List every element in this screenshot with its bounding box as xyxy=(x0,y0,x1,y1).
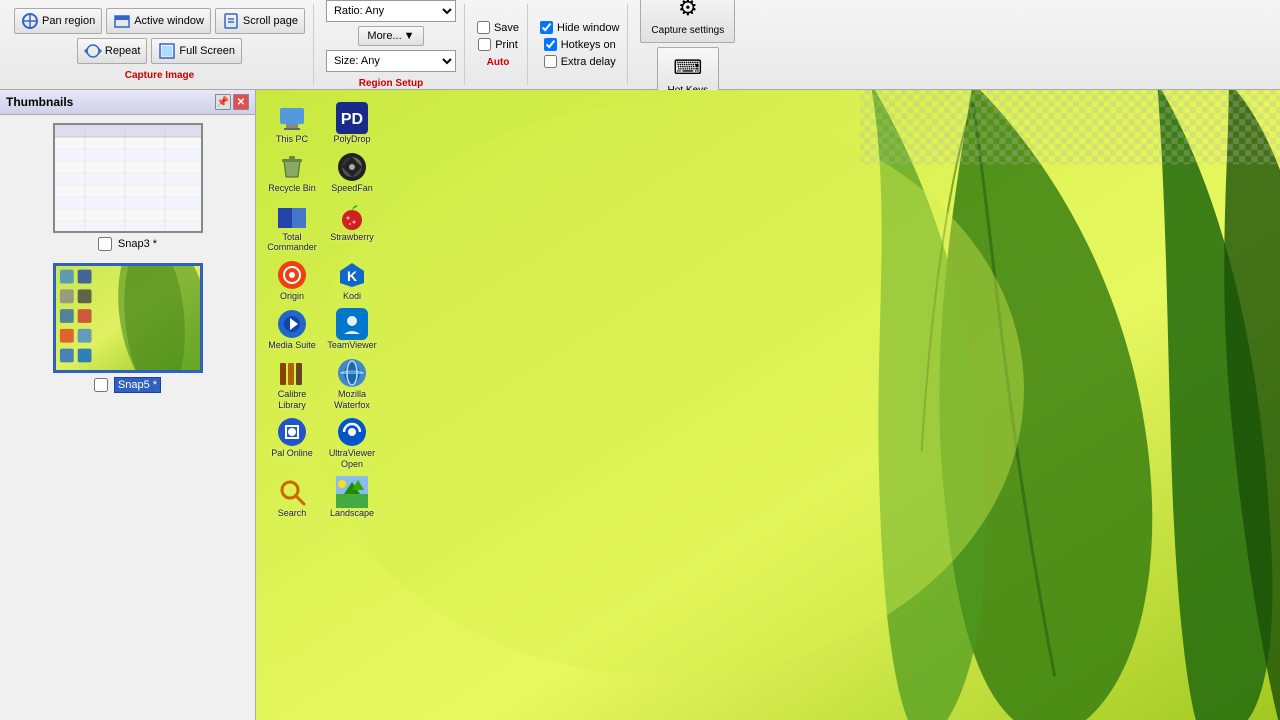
hide-window-checkbox-row[interactable]: Hide window xyxy=(540,21,619,34)
scroll-page-button[interactable]: Scroll page xyxy=(215,8,305,34)
pan-region-button[interactable]: Pan region xyxy=(14,8,102,34)
media-suite-icon[interactable]: Media Suite xyxy=(264,306,320,353)
icon-row-4: Origin K Kodi xyxy=(264,257,380,304)
media-suite-label: Media Suite xyxy=(268,340,316,351)
capture-settings-button[interactable]: ⚙ Capture settings xyxy=(640,0,735,43)
this-pc-icon[interactable]: This PC xyxy=(264,100,320,147)
pin-button[interactable]: 📌 xyxy=(215,94,231,110)
hide-window-checkbox[interactable] xyxy=(540,21,553,34)
thumbnails-header: Thumbnails 📌 ✕ xyxy=(0,90,255,115)
icon-row-5: Media Suite TeamViewer xyxy=(264,306,380,353)
active-window-button[interactable]: Active window xyxy=(106,8,211,34)
print-checkbox[interactable] xyxy=(478,38,491,51)
mozilla-waterfox-label: Mozilla Waterfox xyxy=(326,389,378,411)
speedfan-icon[interactable]: SpeedFan xyxy=(324,149,380,196)
kodi-icon[interactable]: K Kodi xyxy=(324,257,380,304)
snap5-label-row: Snap5 * xyxy=(94,377,161,393)
icon-row-2: Recycle Bin SpeedFan xyxy=(264,149,380,196)
ultraviewer-label: UltraViewer Open xyxy=(326,448,378,470)
ultraviewer-icon[interactable]: UltraViewer Open xyxy=(324,414,380,472)
capture-image-label: Capture Image xyxy=(125,70,194,81)
ratio-dropdown[interactable]: Ratio: Any xyxy=(326,0,456,22)
polydrop-icon[interactable]: PD PolyDrop xyxy=(324,100,380,147)
speedfan-label: SpeedFan xyxy=(331,183,373,194)
icon-row-7: Pal Online UltraViewer Open xyxy=(264,414,380,472)
toolbar: Pan region Active window Scroll page xyxy=(0,0,1280,90)
thumbnails-panel: Thumbnails 📌 ✕ xyxy=(0,90,256,720)
thumbnails-content: Snap3 * xyxy=(0,115,255,720)
main-area: Thumbnails 📌 ✕ xyxy=(0,90,1280,720)
landscape-label: Landscape xyxy=(330,508,374,519)
pan-region-icon xyxy=(21,12,39,30)
snap5-thumbnail[interactable] xyxy=(53,263,203,373)
desktop-icons-column: This PC PD PolyDrop Recycle Bin xyxy=(264,100,380,521)
origin-label: Origin xyxy=(280,291,304,302)
full-screen-button[interactable]: Full Screen xyxy=(151,38,242,64)
teamviewer-icon[interactable]: TeamViewer xyxy=(324,306,380,353)
kodi-label: Kodi xyxy=(343,291,361,302)
list-item: Snap3 * xyxy=(8,123,247,251)
desktop-background xyxy=(256,90,1280,720)
strawberry-label: Strawberry xyxy=(330,232,374,243)
size-dropdown[interactable]: Size: Any xyxy=(326,50,456,72)
desktop-area: This PC PD PolyDrop Recycle Bin xyxy=(256,90,1280,720)
snap3-checkbox[interactable] xyxy=(98,237,112,251)
polydrop-label: PolyDrop xyxy=(333,134,370,145)
landscape-icon[interactable]: Landscape xyxy=(324,474,380,521)
save-checkbox[interactable] xyxy=(477,21,490,34)
this-pc-label: This PC xyxy=(276,134,308,145)
pal-online-icon[interactable]: Pal Online xyxy=(264,414,320,472)
teamviewer-label: TeamViewer xyxy=(327,340,376,351)
hotkeys-on-checkbox[interactable] xyxy=(544,38,557,51)
snap3-label: Snap3 * xyxy=(118,238,157,250)
search-desktop-label: Search xyxy=(278,508,307,519)
search-icon-desktop[interactable]: Search xyxy=(264,474,320,521)
region-setup-label: Region Setup xyxy=(359,78,423,89)
full-screen-icon xyxy=(158,42,176,60)
region-setup-section: Ratio: Any More... ▼ Size: Any Region Se… xyxy=(318,4,465,85)
calibre-library-label: Calibre Library xyxy=(266,389,318,411)
close-panel-button[interactable]: ✕ xyxy=(233,94,249,110)
icon-row-6: Calibre Library Mozilla Waterfox xyxy=(264,355,380,413)
hot-keys-icon: ⌨ xyxy=(674,54,702,82)
repeat-button[interactable]: Repeat xyxy=(77,38,147,64)
save-checkbox-row[interactable]: Save xyxy=(477,21,519,34)
settings-section: ⚙ Capture settings ⌨ Hot Keys xyxy=(632,4,743,85)
print-checkbox-row[interactable]: Print xyxy=(478,38,518,51)
origin-icon[interactable]: Origin xyxy=(264,257,320,304)
icon-row-8: Search Landscape xyxy=(264,474,380,521)
hotkeys-section: Hide window Hotkeys on Extra delay xyxy=(532,4,628,85)
extra-delay-checkbox[interactable] xyxy=(544,55,557,68)
total-commander-icon[interactable]: Total Commander xyxy=(264,198,320,256)
svg-text:K: K xyxy=(347,268,357,284)
auto-label: Auto xyxy=(487,57,510,68)
pal-online-label: Pal Online xyxy=(271,448,313,459)
snap5-checkbox[interactable] xyxy=(94,378,108,392)
icon-row-1: This PC PD PolyDrop xyxy=(264,100,380,147)
active-window-icon xyxy=(113,12,131,30)
recycle-bin-icon[interactable]: Recycle Bin xyxy=(264,149,320,196)
repeat-icon xyxy=(84,42,102,60)
snap3-label-row: Snap3 * xyxy=(98,237,157,251)
snap5-label[interactable]: Snap5 * xyxy=(114,377,161,393)
snap3-thumbnail[interactable] xyxy=(53,123,203,233)
svg-text:PD: PD xyxy=(341,111,363,128)
hotkeys-on-checkbox-row[interactable]: Hotkeys on xyxy=(544,38,616,51)
auto-section: Save Print Auto xyxy=(469,4,528,85)
extra-delay-checkbox-row[interactable]: Extra delay xyxy=(544,55,616,68)
mozilla-waterfox-icon[interactable]: Mozilla Waterfox xyxy=(324,355,380,413)
icon-row-3: Total Commander Strawberry xyxy=(264,198,380,256)
thumbnails-header-actions: 📌 ✕ xyxy=(215,94,249,110)
thumbnails-title: Thumbnails xyxy=(6,95,73,109)
total-commander-label: Total Commander xyxy=(266,232,318,254)
capture-settings-icon: ⚙ xyxy=(674,0,702,22)
capture-image-section: Pan region Active window Scroll page xyxy=(6,4,314,85)
recycle-bin-label: Recycle Bin xyxy=(268,183,316,194)
scroll-page-icon xyxy=(222,12,240,30)
calibre-library-icon[interactable]: Calibre Library xyxy=(264,355,320,413)
more-button[interactable]: More... ▼ xyxy=(358,26,423,46)
more-chevron-icon: ▼ xyxy=(404,30,415,42)
list-item: Snap5 * xyxy=(8,263,247,393)
strawberry-icon[interactable]: Strawberry xyxy=(324,198,380,256)
